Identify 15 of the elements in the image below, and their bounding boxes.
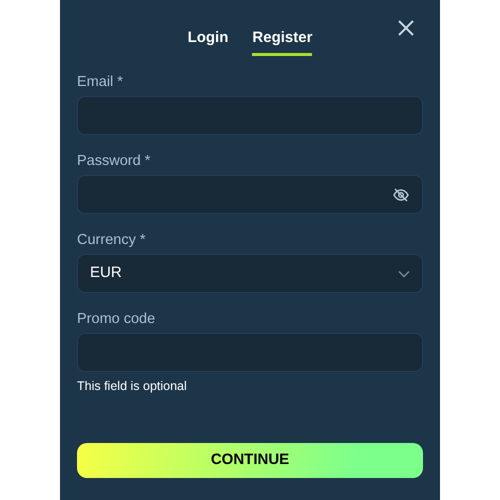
password-field[interactable]: [77, 175, 423, 214]
input-field[interactable]: [77, 96, 423, 135]
eye-off-icon[interactable]: [392, 186, 410, 204]
tab[interactable]: Login: [188, 20, 228, 56]
hint-text: This field is optional: [77, 378, 188, 395]
tab[interactable]: Register: [252, 20, 312, 56]
input-field[interactable]: [77, 333, 423, 372]
field-label: Password *: [77, 152, 152, 170]
continue-button[interactable]: CONTINUE: [77, 442, 423, 478]
field-label: Promo code: [77, 310, 156, 328]
field-label: Currency *: [77, 231, 146, 249]
field-label: Email *: [77, 73, 124, 91]
currency-select[interactable]: EUR: [77, 254, 423, 293]
close-icon: [396, 18, 416, 38]
chevron-down-icon: [398, 270, 410, 278]
